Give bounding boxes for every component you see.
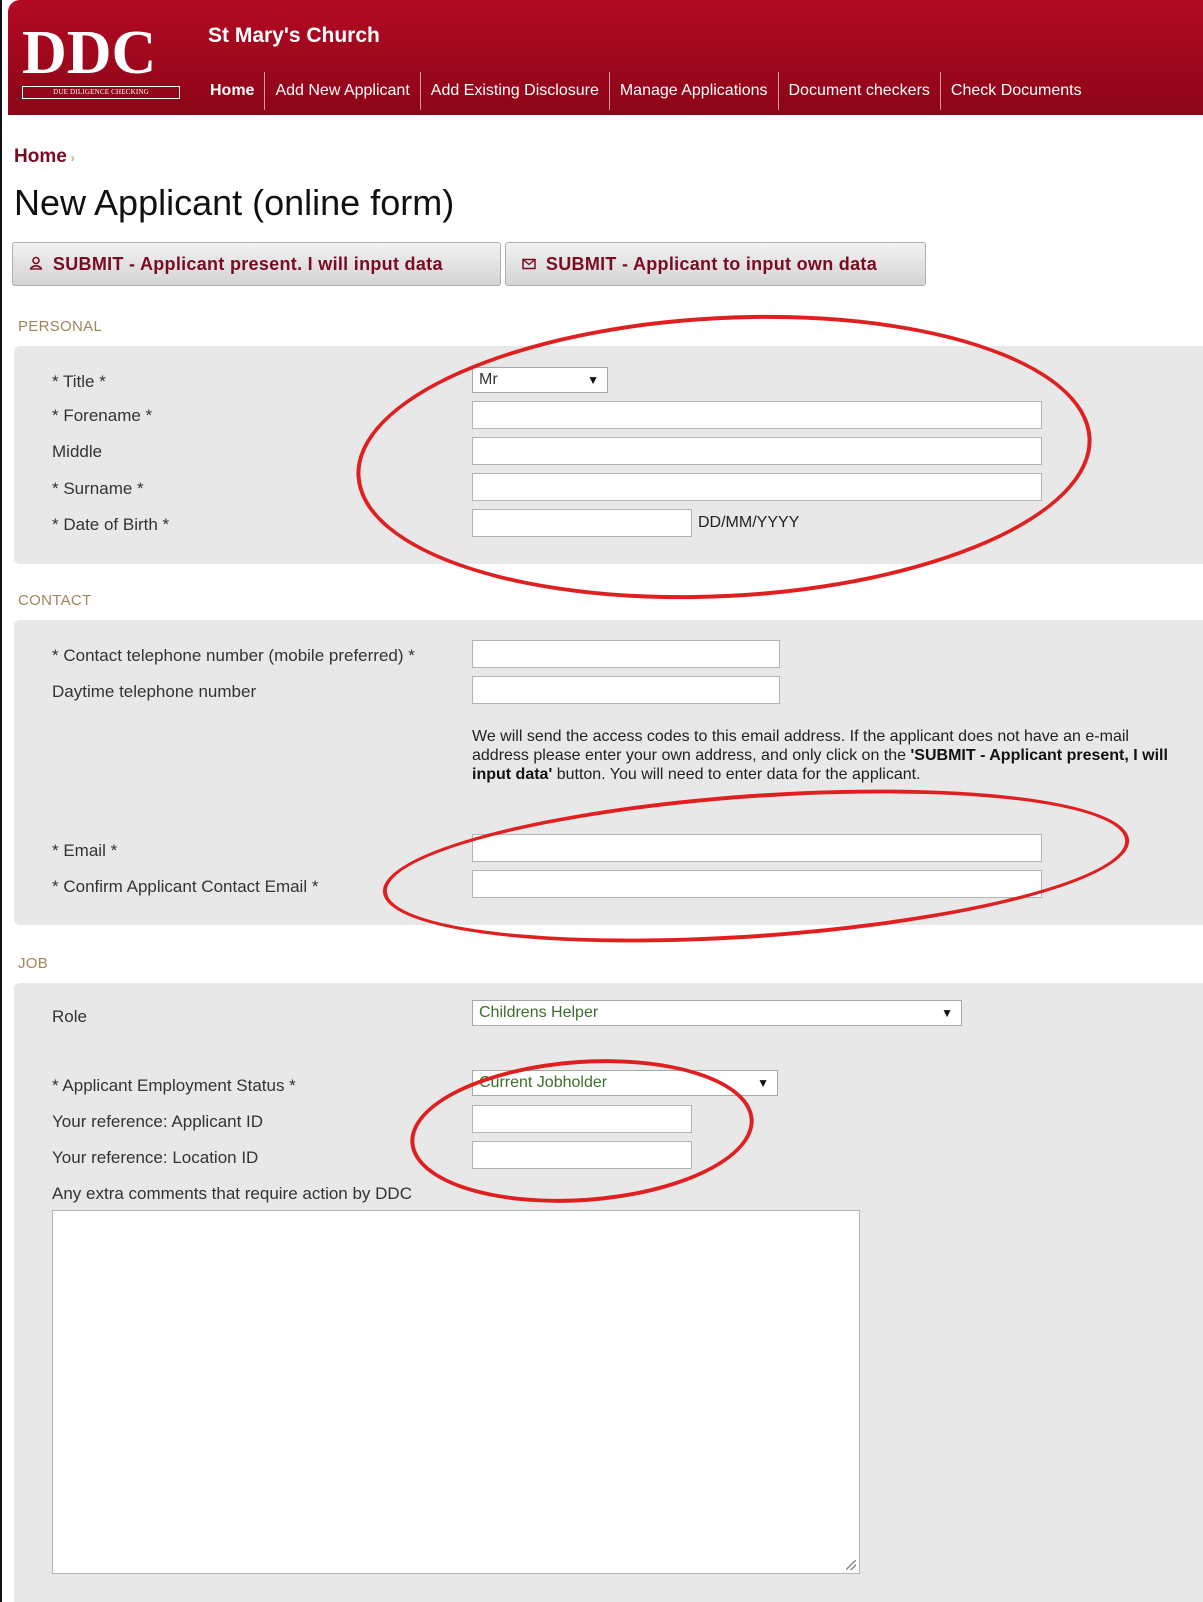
comments-textarea[interactable] — [52, 1210, 860, 1574]
confirm-email-input[interactable] — [472, 870, 1042, 898]
submit-present-button[interactable]: SUBMIT - Applicant present. I will input… — [12, 242, 501, 286]
middle-label: Middle — [52, 442, 103, 461]
dob-label: * Date of Birth * — [52, 515, 170, 534]
submit-own-button[interactable]: SUBMIT - Applicant to input own data — [505, 242, 926, 286]
role-value: Childrens Helper — [479, 1004, 599, 1021]
nav-check-documents[interactable]: Check Documents — [939, 72, 1092, 110]
location-id-input[interactable] — [472, 1141, 692, 1169]
comments-label: Any extra comments that require action b… — [52, 1184, 412, 1203]
title-label: * Title * — [52, 372, 106, 391]
email-label: * Email * — [52, 841, 118, 860]
chevron-down-icon: ▼ — [941, 1006, 953, 1020]
logo-text: DDC — [22, 19, 157, 87]
surname-label: * Surname * — [52, 479, 144, 498]
left-border — [0, 0, 2, 1602]
dob-format-hint: DD/MM/YYYY — [698, 514, 800, 531]
envelope-icon — [522, 258, 540, 273]
title-select[interactable]: Mr ▼ — [472, 367, 608, 393]
email-note: We will send the access codes to this em… — [472, 727, 1172, 784]
chevron-down-icon: ▼ — [587, 373, 599, 387]
forename-label: * Forename * — [52, 406, 153, 425]
employment-status-select[interactable]: Current Jobholder ▼ — [472, 1070, 778, 1096]
ddc-logo[interactable]: DDC DUE DILIGENCE CHECKING — [22, 22, 182, 102]
user-icon — [29, 256, 47, 273]
submit-own-label: SUBMIT - Applicant to input own data — [545, 254, 878, 274]
logo-subtext: DUE DILIGENCE CHECKING — [22, 86, 180, 99]
submit-present-label: SUBMIT - Applicant present. I will input… — [52, 254, 443, 274]
nav-home[interactable]: Home — [200, 72, 264, 110]
page-title: New Applicant (online form) — [14, 182, 455, 223]
section-job: JOB — [18, 955, 49, 972]
section-contact: CONTACT — [18, 592, 92, 609]
chevron-down-icon: ▼ — [757, 1076, 769, 1090]
breadcrumb-arrow-icon: › — [70, 151, 75, 165]
site-header: DDC DUE DILIGENCE CHECKING St Mary's Chu… — [8, 0, 1203, 115]
section-personal: PERSONAL — [18, 318, 103, 335]
title-value: Mr — [479, 371, 498, 388]
employment-status-value: Current Jobholder — [479, 1074, 608, 1091]
breadcrumb: Home › — [14, 146, 75, 168]
forename-input[interactable] — [472, 401, 1042, 429]
nav-document-checkers[interactable]: Document checkers — [777, 72, 940, 110]
confirm-email-label: * Confirm Applicant Contact Email * — [52, 877, 319, 896]
nav-add-new-applicant[interactable]: Add New Applicant — [264, 72, 419, 110]
email-note-tail: button. You will need to enter data for … — [552, 766, 921, 783]
role-select[interactable]: Childrens Helper ▼ — [472, 1000, 962, 1026]
location-id-label: Your reference: Location ID — [52, 1148, 259, 1167]
daytime-phone-input[interactable] — [472, 676, 780, 704]
role-label: Role — [52, 1007, 87, 1026]
middle-input[interactable] — [472, 437, 1042, 465]
daytime-phone-label: Daytime telephone number — [52, 682, 257, 701]
resize-grip-icon[interactable] — [846, 1560, 856, 1570]
phone-label: * Contact telephone number (mobile prefe… — [52, 646, 415, 665]
applicant-id-input[interactable] — [472, 1105, 692, 1133]
employment-status-label: * Applicant Employment Status * — [52, 1076, 296, 1095]
applicant-id-label: Your reference: Applicant ID — [52, 1112, 264, 1131]
site-title: St Mary's Church — [208, 24, 380, 47]
main-nav: Home Add New Applicant Add Existing Disc… — [200, 72, 1092, 110]
breadcrumb-home[interactable]: Home — [14, 146, 67, 167]
nav-add-existing-disclosure[interactable]: Add Existing Disclosure — [419, 72, 609, 110]
surname-input[interactable] — [472, 473, 1042, 501]
dob-input[interactable] — [472, 509, 692, 537]
nav-manage-applications[interactable]: Manage Applications — [608, 72, 778, 110]
email-input[interactable] — [472, 834, 1042, 862]
phone-input[interactable] — [472, 640, 780, 668]
